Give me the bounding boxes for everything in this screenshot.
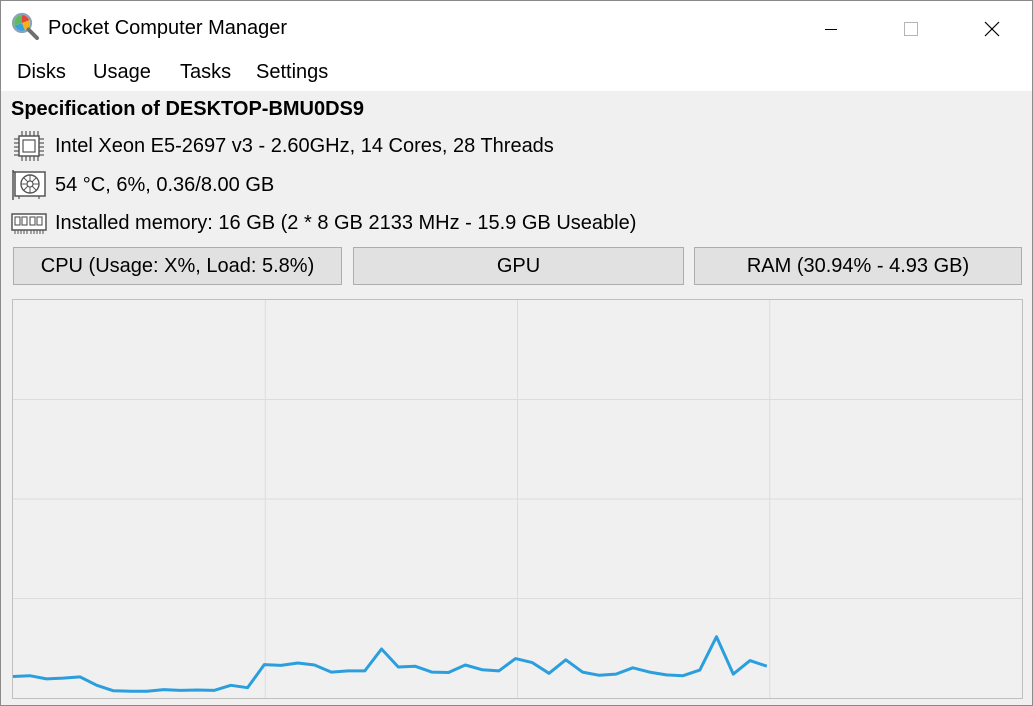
cpu-usage-series-line bbox=[12, 635, 768, 693]
app-window: Pocket Computer Manager Disks Usage Task… bbox=[0, 0, 1033, 706]
close-button[interactable] bbox=[952, 1, 1032, 56]
spec-title: Specification of DESKTOP-BMU0DS9 bbox=[11, 98, 365, 120]
cpu-spec-text: Intel Xeon E5-2697 v3 - 2.60GHz, 14 Core… bbox=[55, 134, 554, 157]
magnifier-chart-icon bbox=[11, 12, 39, 40]
maximize-button[interactable] bbox=[871, 1, 951, 56]
menu-bar: Disks Usage Tasks Settings bbox=[1, 56, 1032, 91]
menu-usage[interactable]: Usage bbox=[91, 61, 153, 84]
usage-chart bbox=[12, 299, 1023, 699]
gpu-spec-text: 54 °C, 6%, 0.36/8.00 GB bbox=[55, 173, 275, 196]
window-title: Pocket Computer Manager bbox=[48, 17, 288, 39]
minimize-button[interactable] bbox=[791, 1, 871, 56]
gpu-tab-button[interactable]: GPU bbox=[353, 247, 684, 285]
cpu-tab-button[interactable]: CPU (Usage: X%, Load: 5.8%) bbox=[13, 247, 342, 285]
menu-settings[interactable]: Settings bbox=[254, 61, 330, 84]
ram-tab-button[interactable]: RAM (30.94% - 4.93 GB) bbox=[694, 247, 1022, 285]
maximize-icon bbox=[904, 21, 918, 36]
memory-spec-text: Installed memory: 16 GB (2 * 8 GB 2133 M… bbox=[55, 211, 637, 234]
cpu-chip-icon bbox=[11, 129, 47, 163]
minimize-icon bbox=[825, 28, 837, 30]
gpu-spec-row: 54 °C, 6%, 0.36/8.00 GB bbox=[11, 168, 274, 202]
title-bar[interactable]: Pocket Computer Manager bbox=[1, 1, 1032, 56]
close-icon bbox=[984, 21, 1000, 36]
menu-disks[interactable]: Disks bbox=[15, 61, 68, 84]
usage-chart-svg bbox=[12, 300, 1022, 698]
graphics-card-icon bbox=[11, 168, 47, 202]
memory-module-icon bbox=[11, 206, 47, 240]
memory-spec-row: Installed memory: 16 GB (2 * 8 GB 2133 M… bbox=[11, 206, 636, 240]
cpu-spec-row: Intel Xeon E5-2697 v3 - 2.60GHz, 14 Core… bbox=[11, 129, 554, 163]
menu-tasks[interactable]: Tasks bbox=[178, 61, 233, 84]
